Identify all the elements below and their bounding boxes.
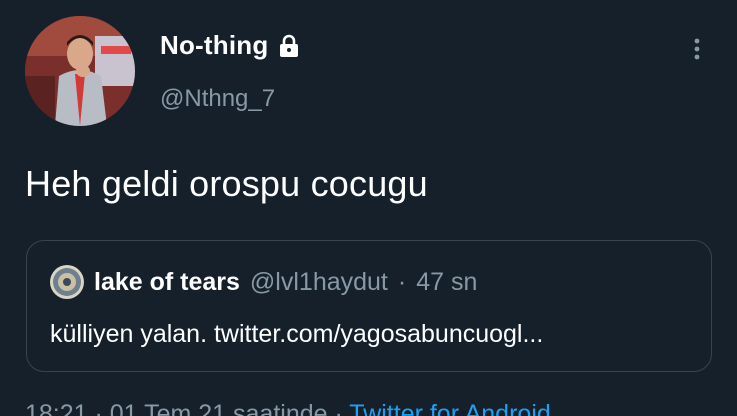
author-handle[interactable]: @Nthng_7: [160, 85, 275, 113]
quoted-tweet-text: külliyen yalan. twitter.com/yagosabuncuo…: [50, 320, 544, 348]
lock-icon: [278, 34, 300, 58]
tweet-card: No-thing @Nthng_7 Heh geldi orospu cocug…: [0, 0, 737, 416]
quoted-author-handle: @lvl1haydut: [249, 267, 388, 296]
quoted-time: 47 sn: [416, 267, 478, 296]
tweet-text: Heh geldi orospu cocugu: [25, 163, 428, 204]
more-vertical-icon[interactable]: [688, 36, 706, 64]
author-avatar[interactable]: [25, 16, 135, 126]
tweet-source-link[interactable]: Twitter for Android: [349, 400, 550, 416]
quoted-tweet[interactable]: lake of tears @lvl1haydut · 47 sn külliy…: [26, 240, 712, 372]
quoted-author-avatar: [50, 265, 84, 299]
quoted-author-name: lake of tears: [94, 267, 240, 296]
quoted-tweet-header: lake of tears @lvl1haydut · 47 sn: [50, 265, 477, 299]
meta-separator: ·: [397, 267, 407, 296]
tweet-timestamp[interactable]: 18:21 · 01 Tem 21 saatinde ·: [25, 400, 349, 416]
author-name-row: No-thing: [160, 30, 300, 61]
author-display-name[interactable]: No-thing: [160, 30, 268, 61]
avatar-photo: [25, 16, 135, 126]
tweet-footer: 18:21 · 01 Tem 21 saatinde · Twitter for…: [25, 400, 551, 416]
